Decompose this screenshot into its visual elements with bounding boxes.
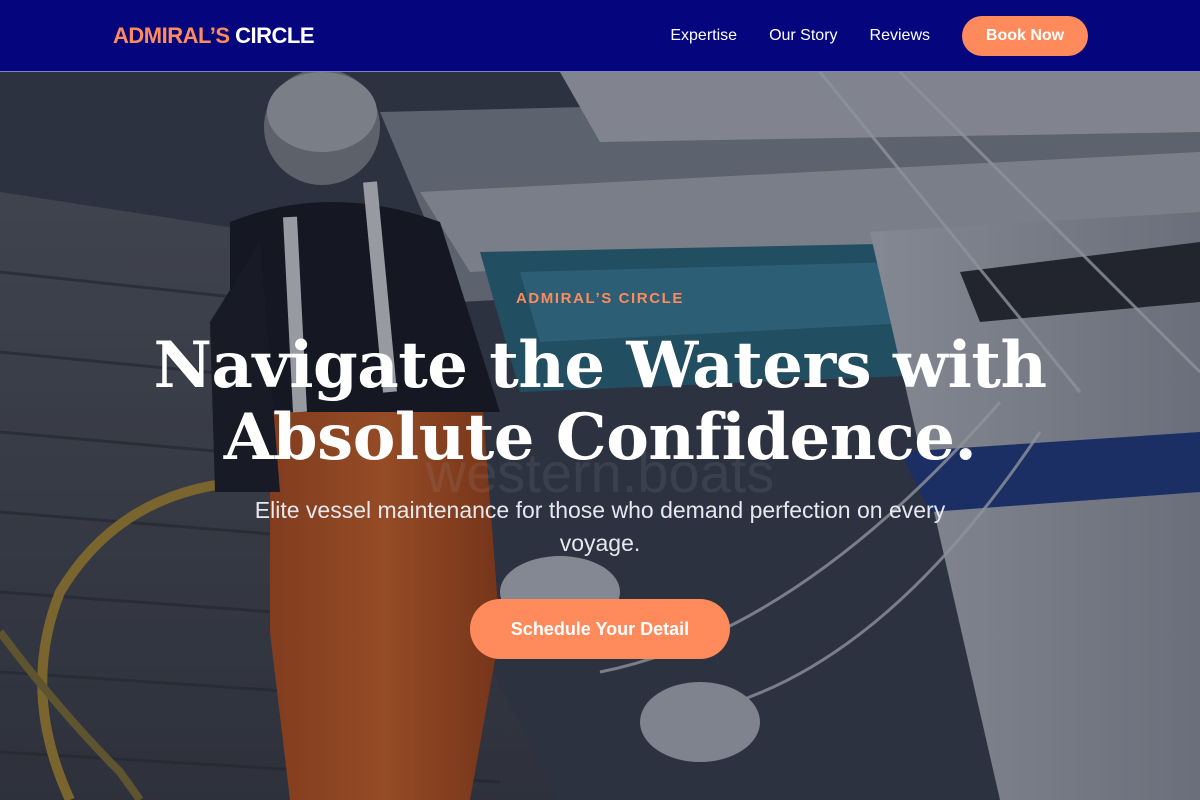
hero-subheadline: Elite vessel maintenance for those who d…: [254, 497, 946, 556]
hero-section: western.boats ADMIRAL’S CIRCLE Navigate …: [0, 72, 1200, 800]
nav-links: Expertise Our Story Reviews Book Now: [670, 15, 1088, 56]
logo-accent-text: ADMIRAL’S: [113, 22, 230, 48]
nav-link-expertise[interactable]: Expertise: [670, 27, 737, 45]
hero-content: ADMIRAL’S CIRCLE Navigate the Waters wit…: [0, 72, 1200, 800]
hero-eyebrow: ADMIRAL’S CIRCLE: [515, 290, 685, 307]
hero-headline: Navigate the Waters with Absolute Confid…: [153, 328, 1047, 475]
nav-link-our-story[interactable]: Our Story: [769, 27, 837, 45]
top-navigation: ADMIRAL’S CIRCLE Expertise Our Story Rev…: [0, 0, 1200, 72]
schedule-detail-button[interactable]: Schedule Your Detail: [470, 599, 730, 659]
nav-link-reviews[interactable]: Reviews: [870, 27, 930, 45]
book-now-button[interactable]: Book Now: [962, 15, 1088, 56]
brand-logo[interactable]: ADMIRAL’S CIRCLE: [113, 23, 314, 49]
logo-main-text: CIRCLE: [229, 22, 314, 48]
